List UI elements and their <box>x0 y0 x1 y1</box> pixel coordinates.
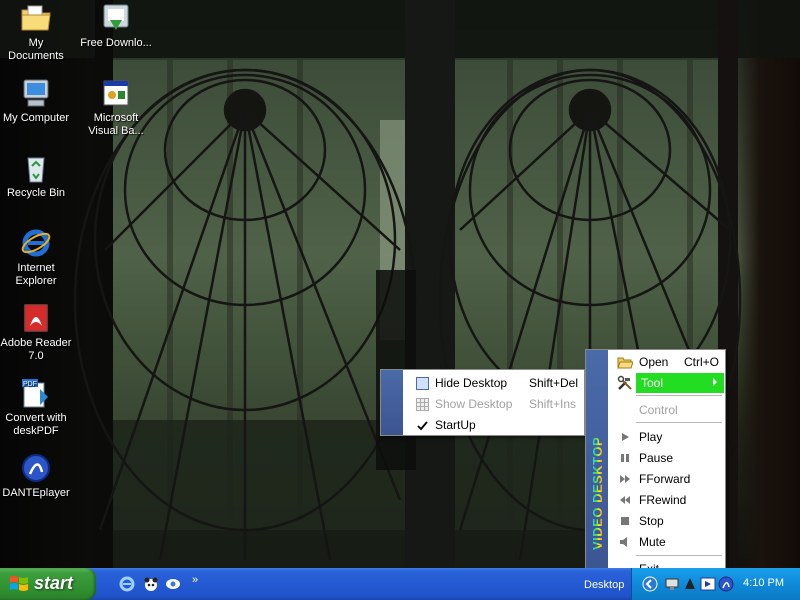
tool-icon <box>617 375 633 391</box>
quick-launch-messenger-icon[interactable] <box>165 576 181 592</box>
menu-item-label: Tool <box>641 376 664 390</box>
desktop-icon-label: My Documents <box>8 37 64 62</box>
menu-item-label: Stop <box>639 514 664 528</box>
desktop-icon-label: My Computer <box>2 112 70 124</box>
desktop-icon-label: Recycle Bin <box>6 187 66 199</box>
desktop-icon-recycle-bin[interactable]: Recycle Bin <box>0 152 72 200</box>
desktop-icon-label: Convert with deskPDF <box>5 412 67 437</box>
show-desktop-icon <box>414 396 430 412</box>
start-button[interactable]: start <box>0 568 96 600</box>
tray-video-desktop-icon[interactable] <box>700 576 716 592</box>
menu-item-open[interactable]: Open Ctrl+O <box>609 352 725 372</box>
svg-text:PDF: PDF <box>23 381 37 388</box>
menu-item-label: Control <box>639 403 678 417</box>
hide-desktop-icon <box>414 375 430 391</box>
tray-network-icon[interactable] <box>664 576 680 592</box>
menu-item-shortcut: Shift+Ins <box>529 397 577 411</box>
taskbar-clock[interactable]: 4:10 PM <box>743 577 784 589</box>
start-label: start <box>34 573 74 593</box>
quick-launch-chevron[interactable]: » <box>192 574 198 586</box>
video-desktop-menu: VIDEO DESKTOP Open Ctrl+O Tool Control P… <box>585 349 726 579</box>
desktop-icon-label: Free Downlo... <box>80 37 152 49</box>
menu-item-hide-desktop[interactable]: Hide Desktop Shift+Del <box>404 373 584 393</box>
menu-item-shortcut: Shift+Del <box>529 376 579 390</box>
desktop-icon-danteplayer[interactable]: DANTEplayer <box>0 452 72 500</box>
desktop-icon-label: Microsoft Visual Ba... <box>88 112 144 137</box>
speaker-icon <box>617 534 633 550</box>
desktop-icon-internet-explorer[interactable]: Internet Explorer <box>0 227 72 288</box>
submenu-arrow-icon <box>713 378 717 386</box>
menu-item-label: Hide Desktop <box>435 376 508 390</box>
deskpdf-icon: PDF <box>20 377 52 409</box>
menu-item-play[interactable]: Play <box>609 427 725 447</box>
menu-item-control[interactable]: Control <box>609 400 725 420</box>
menu-item-fforward[interactable]: FForward <box>609 469 725 489</box>
menu-separator <box>636 395 722 396</box>
tray-expand-icon[interactable] <box>642 576 658 592</box>
rewind-icon <box>617 492 633 508</box>
system-tray: 4:10 PM <box>631 568 800 600</box>
desktop-icon-visual-basic[interactable]: Microsoft Visual Ba... <box>80 77 152 138</box>
menu-item-label: Show Desktop <box>435 397 513 411</box>
quick-launch-panda-icon[interactable] <box>143 576 159 592</box>
desktop-icon-my-computer[interactable]: My Computer <box>0 77 72 125</box>
desktop-icon-deskpdf[interactable]: PDF Convert with deskPDF <box>0 377 72 438</box>
menu-item-show-desktop[interactable]: Show Desktop Shift+Ins <box>404 394 584 414</box>
desktop-icon-label: Adobe Reader 7.0 <box>0 337 72 362</box>
desktop-icon-free-download[interactable]: Free Downlo... <box>80 2 152 50</box>
windows-logo-icon <box>9 575 29 593</box>
menu-item-label: Pause <box>639 451 674 465</box>
menu-item-label: StartUp <box>435 418 476 432</box>
free-download-icon <box>100 2 132 34</box>
recycle-bin-icon <box>20 152 52 184</box>
tray-danteplayer-icon[interactable] <box>718 576 734 592</box>
open-folder-icon <box>617 354 633 370</box>
menu-separator <box>636 555 722 556</box>
internet-explorer-icon <box>20 227 52 259</box>
desktop-icon-label: DANTEplayer <box>2 487 70 499</box>
menu-item-mute[interactable]: Mute <box>609 532 725 552</box>
pause-icon <box>617 450 633 466</box>
desktop-toolbar-label[interactable]: Desktop <box>584 579 624 591</box>
menu-item-label: Mute <box>639 535 666 549</box>
taskbar: start » Desktop 4:10 PM <box>0 568 800 600</box>
play-icon <box>617 429 633 445</box>
adobe-reader-icon <box>20 302 52 334</box>
menu-sidebar: VIDEO DESKTOP <box>586 350 608 578</box>
checkmark-icon <box>414 417 430 433</box>
my-computer-icon <box>20 77 52 109</box>
menu-item-label: FForward <box>639 472 691 486</box>
menu-item-frewind[interactable]: FRewind <box>609 490 725 510</box>
menu-item-shortcut: Ctrl+O <box>684 355 720 369</box>
menu-item-tool[interactable]: Tool <box>609 373 725 393</box>
visual-basic-icon <box>100 77 132 109</box>
my-documents-icon <box>20 2 52 34</box>
menu-separator <box>636 422 722 423</box>
menu-item-startup[interactable]: StartUp <box>404 415 584 435</box>
menu-item-label: Play <box>639 430 663 444</box>
desktop-icon-adobe-reader[interactable]: Adobe Reader 7.0 <box>0 302 72 363</box>
stop-icon <box>617 513 633 529</box>
menu-item-stop[interactable]: Stop <box>609 511 725 531</box>
desktop-icon-label: Internet Explorer <box>15 262 57 287</box>
sidebar-title: VIDEO DESKTOP <box>590 437 605 550</box>
desktop-icon-my-documents[interactable]: My Documents <box>0 2 72 63</box>
menu-item-label: FRewind <box>639 493 687 507</box>
submenu-sidebar <box>381 370 403 435</box>
menu-item-pause[interactable]: Pause <box>609 448 725 468</box>
fast-forward-icon <box>617 471 633 487</box>
menu-item-label: Open <box>639 355 669 369</box>
sidebar-title-text: VIDEO DESKTOP <box>590 437 605 550</box>
tray-app-icon[interactable] <box>682 576 698 592</box>
tool-submenu: Hide Desktop Shift+Del Show Desktop Shif… <box>380 369 585 436</box>
danteplayer-icon <box>20 452 52 484</box>
quick-launch-ie-icon[interactable] <box>119 576 135 592</box>
